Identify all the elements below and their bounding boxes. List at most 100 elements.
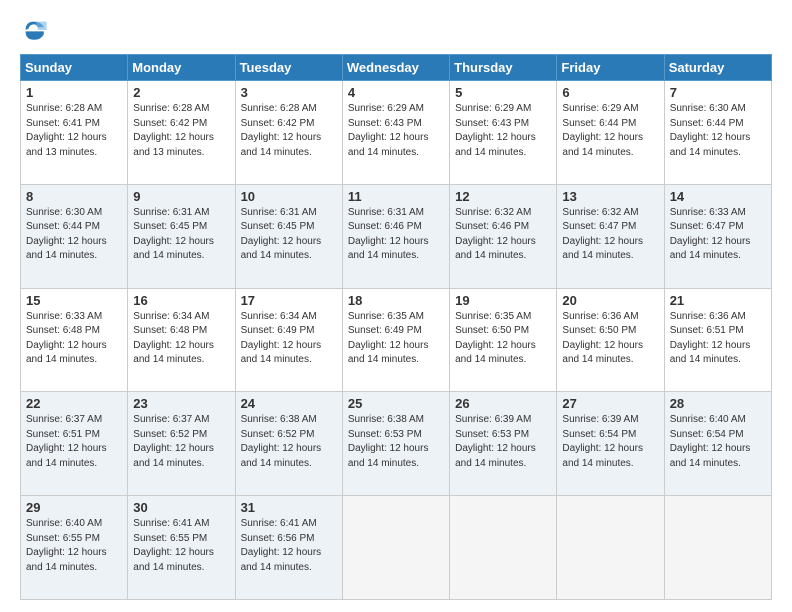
day-number: 13 xyxy=(562,189,658,204)
day-number: 20 xyxy=(562,293,658,308)
day-number: 6 xyxy=(562,85,658,100)
calendar-row: 15 Sunrise: 6:33 AM Sunset: 6:48 PM Dayl… xyxy=(21,288,772,392)
calendar-row: 1 Sunrise: 6:28 AM Sunset: 6:41 PM Dayli… xyxy=(21,81,772,185)
day-info: Sunrise: 6:28 AM Sunset: 6:42 PM Dayligh… xyxy=(133,102,229,160)
col-saturday: Saturday xyxy=(664,55,771,81)
day-number: 21 xyxy=(670,293,766,308)
calendar-cell: 19 Sunrise: 6:35 AM Sunset: 6:50 PM Dayl… xyxy=(450,288,557,392)
day-info: Sunrise: 6:38 AM Sunset: 6:52 PM Dayligh… xyxy=(241,413,337,471)
day-info: Sunrise: 6:31 AM Sunset: 6:45 PM Dayligh… xyxy=(133,206,229,264)
day-number: 30 xyxy=(133,500,229,515)
day-info: Sunrise: 6:40 AM Sunset: 6:54 PM Dayligh… xyxy=(670,413,766,471)
day-info: Sunrise: 6:37 AM Sunset: 6:51 PM Dayligh… xyxy=(26,413,122,471)
day-info: Sunrise: 6:33 AM Sunset: 6:47 PM Dayligh… xyxy=(670,206,766,264)
col-sunday: Sunday xyxy=(21,55,128,81)
day-number: 31 xyxy=(241,500,337,515)
day-info: Sunrise: 6:36 AM Sunset: 6:50 PM Dayligh… xyxy=(562,310,658,368)
day-number: 15 xyxy=(26,293,122,308)
day-info: Sunrise: 6:31 AM Sunset: 6:45 PM Dayligh… xyxy=(241,206,337,264)
calendar-cell: 2 Sunrise: 6:28 AM Sunset: 6:42 PM Dayli… xyxy=(128,81,235,185)
calendar-cell: 25 Sunrise: 6:38 AM Sunset: 6:53 PM Dayl… xyxy=(342,392,449,496)
calendar-cell: 30 Sunrise: 6:41 AM Sunset: 6:55 PM Dayl… xyxy=(128,496,235,600)
day-number: 5 xyxy=(455,85,551,100)
day-number: 19 xyxy=(455,293,551,308)
calendar-cell: 23 Sunrise: 6:37 AM Sunset: 6:52 PM Dayl… xyxy=(128,392,235,496)
calendar-header-row: Sunday Monday Tuesday Wednesday Thursday… xyxy=(21,55,772,81)
day-info: Sunrise: 6:33 AM Sunset: 6:48 PM Dayligh… xyxy=(26,310,122,368)
day-info: Sunrise: 6:30 AM Sunset: 6:44 PM Dayligh… xyxy=(26,206,122,264)
day-info: Sunrise: 6:28 AM Sunset: 6:42 PM Dayligh… xyxy=(241,102,337,160)
day-number: 17 xyxy=(241,293,337,308)
day-number: 28 xyxy=(670,396,766,411)
day-number: 22 xyxy=(26,396,122,411)
day-info: Sunrise: 6:39 AM Sunset: 6:54 PM Dayligh… xyxy=(562,413,658,471)
day-info: Sunrise: 6:41 AM Sunset: 6:56 PM Dayligh… xyxy=(241,517,337,575)
day-number: 25 xyxy=(348,396,444,411)
day-info: Sunrise: 6:29 AM Sunset: 6:44 PM Dayligh… xyxy=(562,102,658,160)
header xyxy=(20,16,772,44)
day-info: Sunrise: 6:37 AM Sunset: 6:52 PM Dayligh… xyxy=(133,413,229,471)
day-info: Sunrise: 6:35 AM Sunset: 6:49 PM Dayligh… xyxy=(348,310,444,368)
calendar-cell: 4 Sunrise: 6:29 AM Sunset: 6:43 PM Dayli… xyxy=(342,81,449,185)
day-info: Sunrise: 6:34 AM Sunset: 6:49 PM Dayligh… xyxy=(241,310,337,368)
day-number: 29 xyxy=(26,500,122,515)
day-info: Sunrise: 6:38 AM Sunset: 6:53 PM Dayligh… xyxy=(348,413,444,471)
col-friday: Friday xyxy=(557,55,664,81)
calendar-cell: 3 Sunrise: 6:28 AM Sunset: 6:42 PM Dayli… xyxy=(235,81,342,185)
day-info: Sunrise: 6:32 AM Sunset: 6:46 PM Dayligh… xyxy=(455,206,551,264)
calendar-cell: 15 Sunrise: 6:33 AM Sunset: 6:48 PM Dayl… xyxy=(21,288,128,392)
day-number: 4 xyxy=(348,85,444,100)
calendar-cell xyxy=(557,496,664,600)
calendar-cell: 8 Sunrise: 6:30 AM Sunset: 6:44 PM Dayli… xyxy=(21,184,128,288)
day-info: Sunrise: 6:35 AM Sunset: 6:50 PM Dayligh… xyxy=(455,310,551,368)
day-info: Sunrise: 6:29 AM Sunset: 6:43 PM Dayligh… xyxy=(348,102,444,160)
calendar-cell: 16 Sunrise: 6:34 AM Sunset: 6:48 PM Dayl… xyxy=(128,288,235,392)
day-info: Sunrise: 6:30 AM Sunset: 6:44 PM Dayligh… xyxy=(670,102,766,160)
day-number: 10 xyxy=(241,189,337,204)
col-thursday: Thursday xyxy=(450,55,557,81)
day-number: 9 xyxy=(133,189,229,204)
day-number: 26 xyxy=(455,396,551,411)
calendar-cell: 20 Sunrise: 6:36 AM Sunset: 6:50 PM Dayl… xyxy=(557,288,664,392)
calendar-cell: 1 Sunrise: 6:28 AM Sunset: 6:41 PM Dayli… xyxy=(21,81,128,185)
calendar-row: 8 Sunrise: 6:30 AM Sunset: 6:44 PM Dayli… xyxy=(21,184,772,288)
day-number: 16 xyxy=(133,293,229,308)
calendar-cell: 11 Sunrise: 6:31 AM Sunset: 6:46 PM Dayl… xyxy=(342,184,449,288)
day-info: Sunrise: 6:28 AM Sunset: 6:41 PM Dayligh… xyxy=(26,102,122,160)
day-number: 24 xyxy=(241,396,337,411)
calendar-cell: 24 Sunrise: 6:38 AM Sunset: 6:52 PM Dayl… xyxy=(235,392,342,496)
day-number: 3 xyxy=(241,85,337,100)
calendar-cell: 13 Sunrise: 6:32 AM Sunset: 6:47 PM Dayl… xyxy=(557,184,664,288)
calendar-cell xyxy=(342,496,449,600)
day-info: Sunrise: 6:36 AM Sunset: 6:51 PM Dayligh… xyxy=(670,310,766,368)
calendar-cell: 5 Sunrise: 6:29 AM Sunset: 6:43 PM Dayli… xyxy=(450,81,557,185)
day-number: 2 xyxy=(133,85,229,100)
calendar-cell: 10 Sunrise: 6:31 AM Sunset: 6:45 PM Dayl… xyxy=(235,184,342,288)
day-number: 7 xyxy=(670,85,766,100)
col-wednesday: Wednesday xyxy=(342,55,449,81)
calendar-cell: 29 Sunrise: 6:40 AM Sunset: 6:55 PM Dayl… xyxy=(21,496,128,600)
calendar-cell: 28 Sunrise: 6:40 AM Sunset: 6:54 PM Dayl… xyxy=(664,392,771,496)
calendar-cell: 26 Sunrise: 6:39 AM Sunset: 6:53 PM Dayl… xyxy=(450,392,557,496)
logo-icon xyxy=(20,16,48,44)
day-number: 18 xyxy=(348,293,444,308)
calendar-cell: 17 Sunrise: 6:34 AM Sunset: 6:49 PM Dayl… xyxy=(235,288,342,392)
calendar-row: 22 Sunrise: 6:37 AM Sunset: 6:51 PM Dayl… xyxy=(21,392,772,496)
calendar-cell: 14 Sunrise: 6:33 AM Sunset: 6:47 PM Dayl… xyxy=(664,184,771,288)
day-info: Sunrise: 6:41 AM Sunset: 6:55 PM Dayligh… xyxy=(133,517,229,575)
day-number: 12 xyxy=(455,189,551,204)
day-number: 1 xyxy=(26,85,122,100)
calendar-cell: 18 Sunrise: 6:35 AM Sunset: 6:49 PM Dayl… xyxy=(342,288,449,392)
day-info: Sunrise: 6:29 AM Sunset: 6:43 PM Dayligh… xyxy=(455,102,551,160)
col-tuesday: Tuesday xyxy=(235,55,342,81)
day-info: Sunrise: 6:31 AM Sunset: 6:46 PM Dayligh… xyxy=(348,206,444,264)
calendar-cell: 6 Sunrise: 6:29 AM Sunset: 6:44 PM Dayli… xyxy=(557,81,664,185)
day-number: 27 xyxy=(562,396,658,411)
calendar-cell: 27 Sunrise: 6:39 AM Sunset: 6:54 PM Dayl… xyxy=(557,392,664,496)
day-number: 14 xyxy=(670,189,766,204)
col-monday: Monday xyxy=(128,55,235,81)
calendar-row: 29 Sunrise: 6:40 AM Sunset: 6:55 PM Dayl… xyxy=(21,496,772,600)
page: Sunday Monday Tuesday Wednesday Thursday… xyxy=(0,0,792,612)
calendar-cell xyxy=(664,496,771,600)
day-info: Sunrise: 6:39 AM Sunset: 6:53 PM Dayligh… xyxy=(455,413,551,471)
